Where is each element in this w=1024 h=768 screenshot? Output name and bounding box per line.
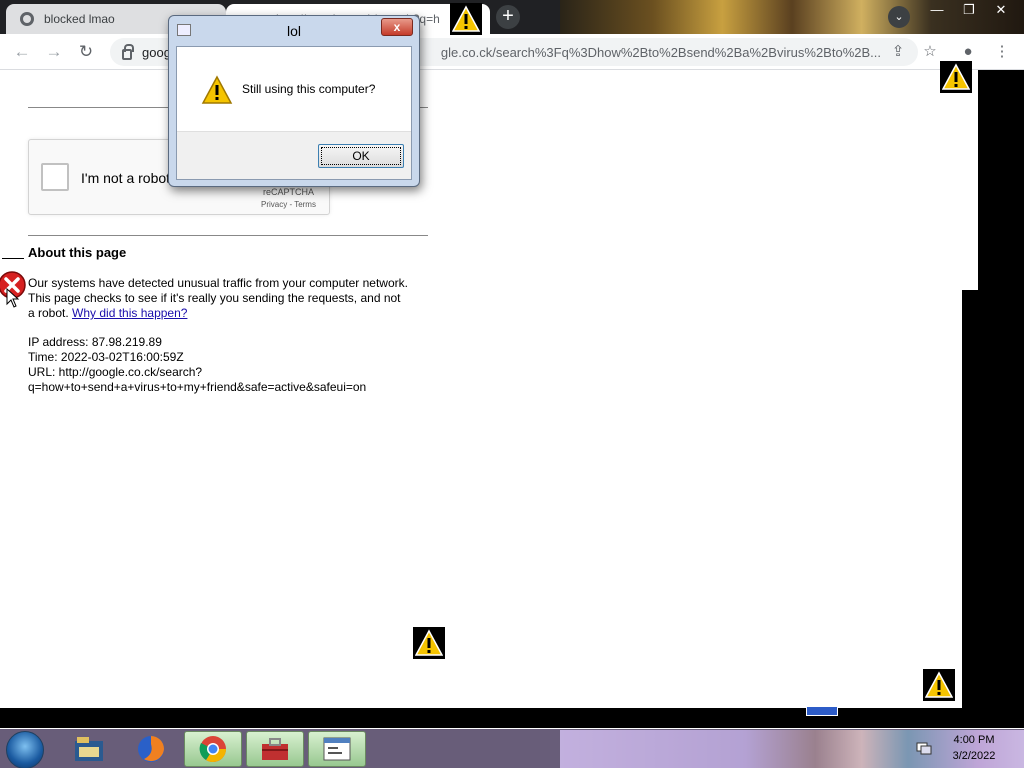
warning-icon bbox=[413, 627, 445, 659]
clock-date: 3/2/2022 bbox=[952, 750, 996, 762]
ip-address: IP address: 87.98.219.89 bbox=[28, 335, 162, 349]
star-icon[interactable]: ☆ bbox=[920, 42, 940, 62]
request-info: IP address: 87.98.219.89 Time: 2022-03-0… bbox=[28, 335, 428, 395]
clock-time: 4:00 PM bbox=[953, 734, 995, 746]
dialog-message: Still using this computer? bbox=[242, 82, 376, 96]
dialog-close-button[interactable]: x bbox=[381, 18, 413, 36]
chevron-down-icon[interactable]: ⌄ bbox=[888, 6, 910, 28]
blue-window-fragment bbox=[806, 706, 838, 716]
lock-icon bbox=[122, 43, 134, 60]
maximize-button[interactable]: ❐ bbox=[954, 0, 984, 20]
warning-icon bbox=[923, 669, 955, 701]
menu-dots-icon[interactable]: ⋮ bbox=[992, 42, 1012, 62]
cursor-icon bbox=[6, 288, 20, 308]
divider bbox=[2, 258, 24, 259]
warning-icon bbox=[201, 75, 233, 104]
back-arrow-icon[interactable]: ← bbox=[12, 42, 32, 62]
divider bbox=[28, 235, 428, 236]
network-icon[interactable] bbox=[916, 740, 932, 756]
warning-icon bbox=[940, 61, 972, 93]
globe-icon bbox=[20, 12, 34, 26]
about-heading: About this page bbox=[28, 245, 127, 260]
message-dialog: lol x Still using this computer? OK bbox=[168, 15, 420, 187]
url-host: goog bbox=[142, 44, 171, 60]
why-link[interactable]: Why did this happen? bbox=[72, 306, 187, 320]
url-rest: gle.co.ck/search%3Fq%3Dhow%2Bto%2Bsend%2… bbox=[440, 44, 881, 60]
start-button[interactable] bbox=[6, 731, 44, 768]
dialog-app-icon[interactable] bbox=[308, 731, 366, 767]
browser-toolbar: ← → ↻ goog gle.co.ck/search%3Fq%3Dhow%2B… bbox=[0, 34, 1024, 70]
firefox-icon[interactable] bbox=[122, 731, 180, 767]
file-explorer-icon[interactable] bbox=[60, 731, 118, 767]
tab-title: blocked lmao bbox=[44, 12, 115, 26]
toolbox-icon[interactable] bbox=[246, 731, 304, 767]
timestamp: Time: 2022-03-02T16:00:59Z bbox=[28, 350, 184, 364]
url-query: q=how+to+send+a+virus+to+my+friend&safe=… bbox=[28, 380, 367, 394]
recaptcha-checkbox[interactable] bbox=[41, 163, 69, 191]
profile-icon[interactable]: ● bbox=[958, 42, 978, 62]
taskbar bbox=[0, 728, 1024, 768]
chrome-icon[interactable] bbox=[184, 731, 242, 767]
new-tab-button[interactable]: + bbox=[496, 5, 520, 29]
share-icon[interactable]: ⇪ bbox=[888, 42, 908, 62]
recaptcha-brand: reCAPTCHA bbox=[263, 187, 315, 197]
dialog-footer: OK bbox=[177, 131, 411, 179]
warning-icon bbox=[450, 3, 482, 35]
ok-button[interactable]: OK bbox=[318, 144, 404, 168]
about-description: Our systems have detected unusual traffi… bbox=[28, 276, 408, 321]
forward-arrow-icon[interactable]: → bbox=[44, 42, 64, 62]
recaptcha-links[interactable]: Privacy - Terms bbox=[261, 200, 316, 209]
dialog-body: Still using this computer? OK bbox=[176, 46, 412, 180]
url-line: URL: http://google.co.ck/search? bbox=[28, 365, 203, 379]
recaptcha-label: I'm not a robot bbox=[81, 170, 171, 186]
system-clock[interactable]: 4:00 PM 3/2/2022 bbox=[944, 732, 1004, 764]
minimize-button[interactable]: — bbox=[922, 0, 952, 20]
window-controls: — ❐ ✕ bbox=[922, 0, 1016, 20]
close-button[interactable]: ✕ bbox=[986, 0, 1016, 20]
reload-icon[interactable]: ↻ bbox=[76, 42, 96, 62]
